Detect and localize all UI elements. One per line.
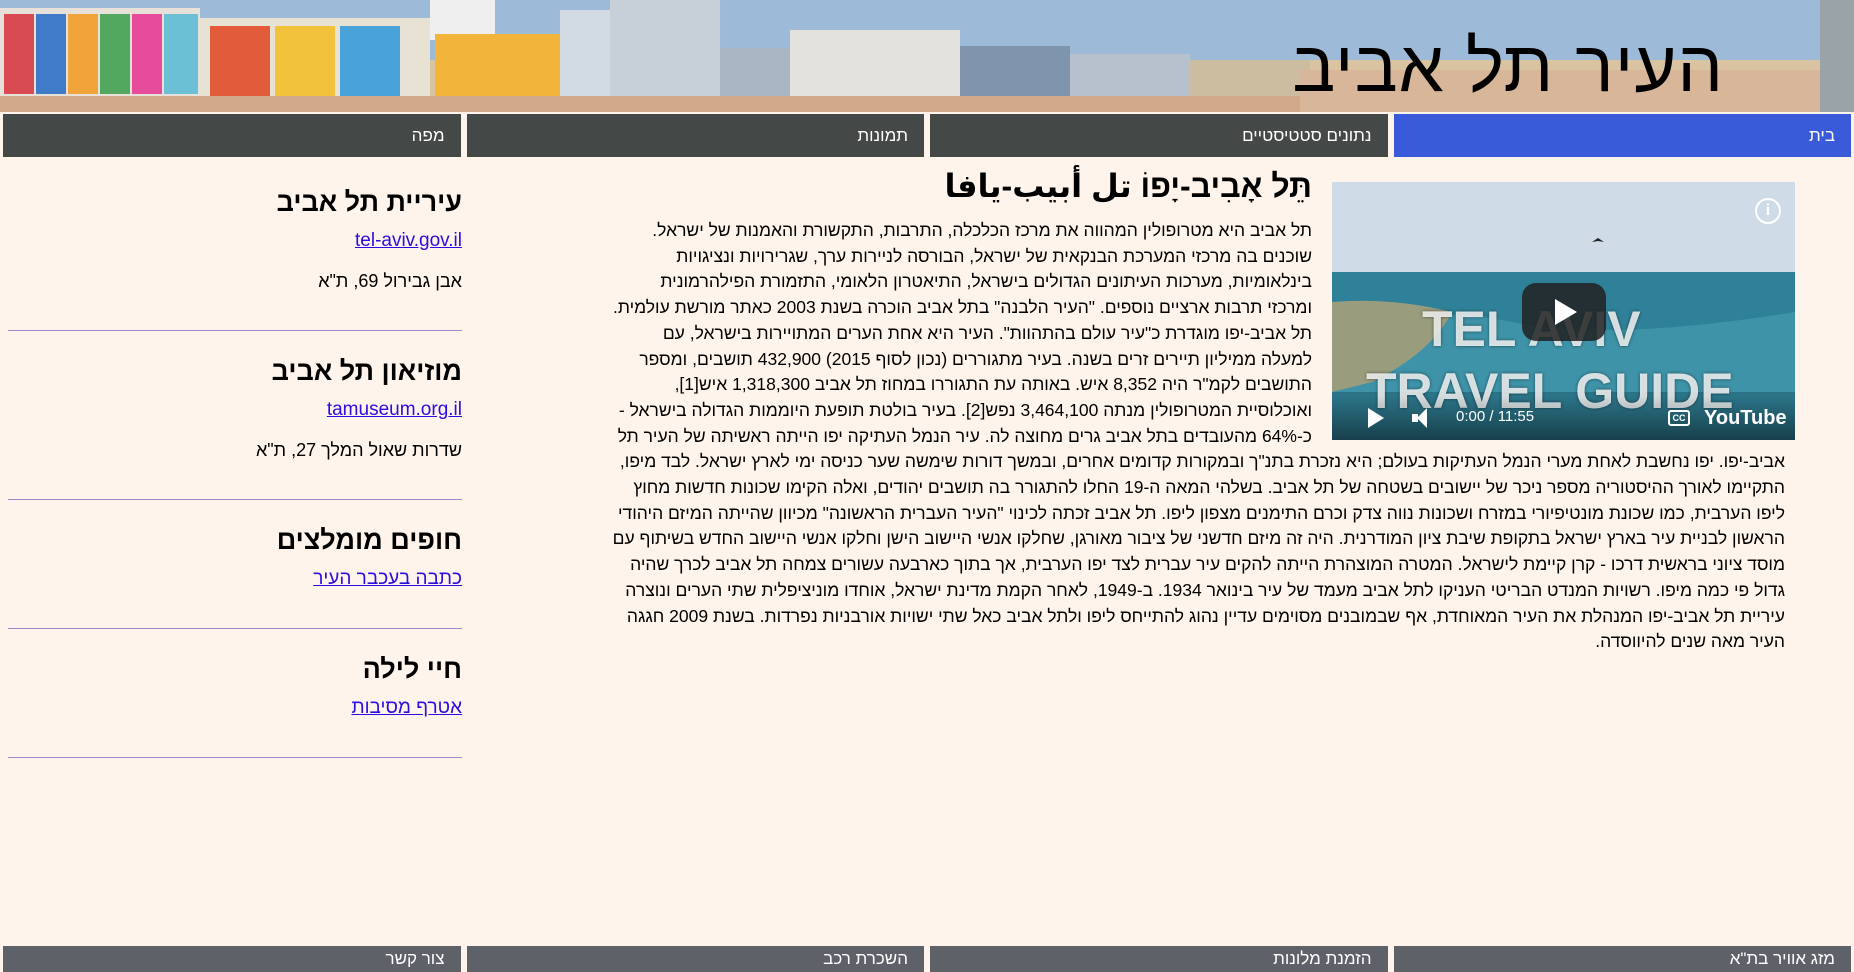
sidebar-card-museum: מוזיאון תל אביב tamuseum.org.il שדרות שא… xyxy=(8,351,462,500)
footer-nav: מזג אוויר בת"א הזמנת מלונות השכרת רכב צו… xyxy=(0,946,1854,972)
play-small-icon[interactable] xyxy=(1368,408,1384,428)
site-title: העיר תל אביב xyxy=(1292,27,1724,107)
sidebar-card-beaches: חופים מומלצים כתבה בעכבר העיר xyxy=(8,520,462,629)
municipality-link[interactable]: tel-aviv.gov.il xyxy=(8,228,462,254)
sidebar-card-title: מוזיאון תל אביב xyxy=(271,356,462,386)
top-nav: בית נתונים סטטיסטיים תמונות מפה xyxy=(0,114,1854,157)
volume-icon[interactable] xyxy=(1412,408,1434,428)
sidebar-card-nightlife: חיי לילה אטרף מסיבות xyxy=(8,649,462,758)
nav-home[interactable]: בית xyxy=(1393,114,1851,157)
nav-weather[interactable]: מזג אוויר בת"א xyxy=(1393,946,1851,972)
museum-address: שדרות שאול המלך 27, ת"א xyxy=(255,440,462,460)
sidebar-card-title: חיי לילה xyxy=(362,654,462,684)
captions-icon[interactable]: CC xyxy=(1668,410,1690,426)
sidebar-card-title: חופים מומלצים xyxy=(276,525,462,555)
municipality-address: אבן גבירול 69, ת"א xyxy=(318,271,462,291)
nav-contact[interactable]: צור קשר xyxy=(3,946,461,972)
sidebar: עיריית תל אביב tel-aviv.gov.il אבן גבירו… xyxy=(8,182,462,778)
nav-statistics[interactable]: נתונים סטטיסטיים xyxy=(930,114,1388,157)
play-button[interactable] xyxy=(1522,283,1606,341)
youtube-logo[interactable]: YouTube xyxy=(1704,407,1787,430)
museum-link[interactable]: tamuseum.org.il xyxy=(8,397,462,423)
video-controls: 0:00 / 11:55 CC YouTube xyxy=(1332,396,1795,440)
beaches-link[interactable]: כתבה בעכבר העיר xyxy=(8,566,462,592)
video-player[interactable]: TEL AVIV TRAVEL GUIDE i 0:00 / 11:55 CC … xyxy=(1332,182,1795,440)
info-icon[interactable]: i xyxy=(1755,198,1781,224)
header-banner: העיר תל אביב xyxy=(0,0,1854,112)
nightlife-link[interactable]: אטרף מסיבות xyxy=(8,695,462,721)
nav-hotels[interactable]: הזמנת מלונות xyxy=(930,946,1388,972)
nav-car-rental[interactable]: השכרת רכב xyxy=(466,946,924,972)
video-time: 0:00 / 11:55 xyxy=(1456,408,1535,425)
sidebar-card-municipality: עיריית תל אביב tel-aviv.gov.il אבן גבירו… xyxy=(8,182,462,331)
play-icon xyxy=(1555,299,1577,325)
nav-map[interactable]: מפה xyxy=(3,114,461,157)
main-article: TEL AVIV TRAVEL GUIDE i 0:00 / 11:55 CC … xyxy=(612,166,1795,655)
nav-photos[interactable]: תמונות xyxy=(466,114,924,157)
sidebar-card-title: עיריית תל אביב xyxy=(276,187,462,217)
